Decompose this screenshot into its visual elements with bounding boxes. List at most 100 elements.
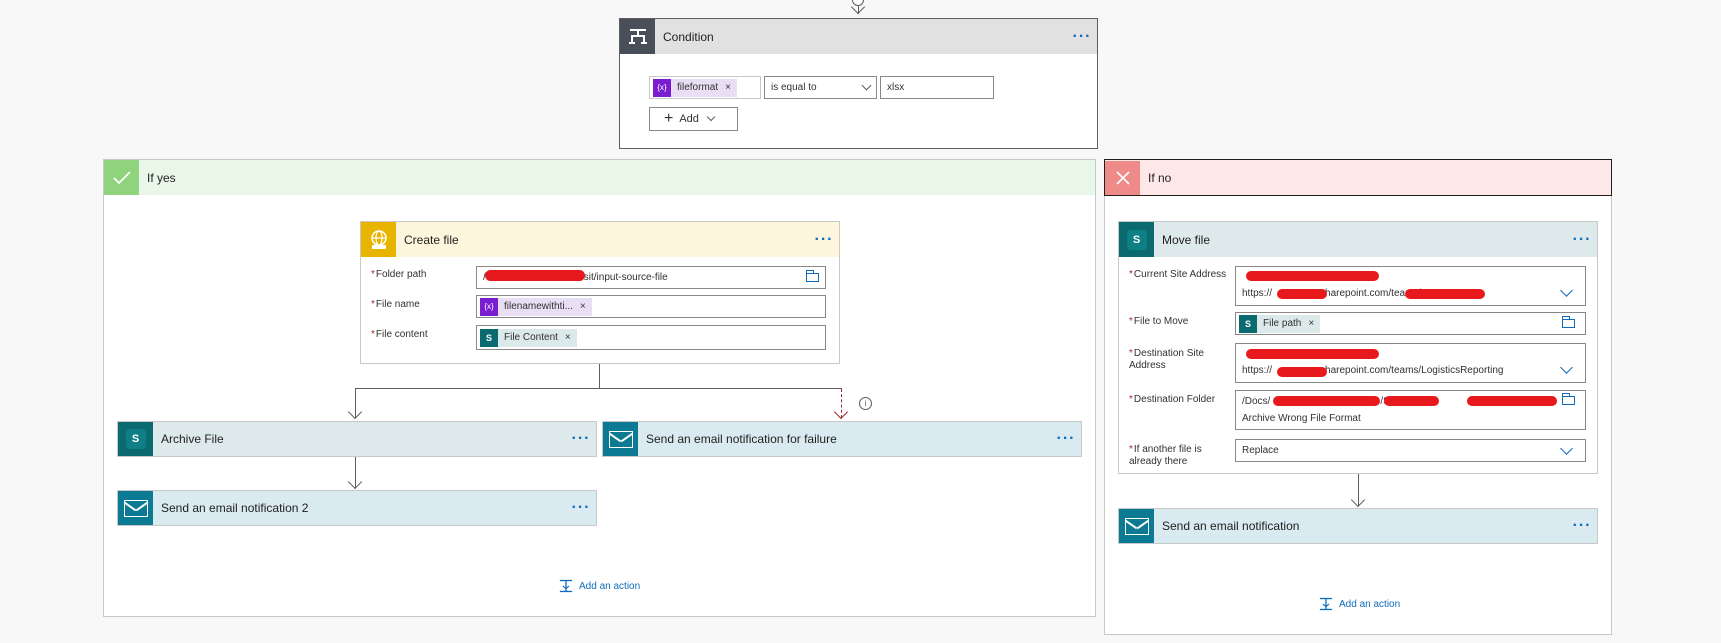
email-notification-header[interactable]: Send an email notification ··· xyxy=(1119,509,1597,543)
condition-header[interactable]: Condition ··· xyxy=(620,19,1097,54)
add-condition-label: Add xyxy=(679,113,699,125)
sharepoint-icon: S xyxy=(1239,314,1257,333)
condition-left-operand[interactable]: {x} fileformat × xyxy=(649,76,761,99)
create-file-more-icon[interactable]: ··· xyxy=(809,231,839,247)
dest-site-domain: sharepoint.com/teams/LogisticsReporting xyxy=(1320,365,1504,376)
email-notification-title: Send an email notification xyxy=(1162,519,1300,533)
condition-card[interactable]: Condition ··· {x} fileformat × is equal … xyxy=(619,18,1098,149)
file-content-label: *File content xyxy=(371,329,428,340)
archive-file-more-icon[interactable]: ··· xyxy=(566,431,596,447)
email-failure-card[interactable]: Send an email notification for failure ·… xyxy=(602,421,1082,457)
remove-token-icon[interactable]: × xyxy=(725,82,731,93)
redaction-mark xyxy=(1384,396,1439,406)
folder-picker-icon[interactable] xyxy=(806,270,819,282)
current-site-label: *Current Site Address xyxy=(1129,269,1227,280)
chevron-down-icon[interactable] xyxy=(1560,284,1573,297)
failure-connector xyxy=(599,388,842,389)
mail-icon xyxy=(1119,509,1154,543)
current-site-prefix: https:// xyxy=(1242,288,1273,299)
sharepoint-icon: S xyxy=(480,328,498,347)
file-name-label: *File name xyxy=(371,299,420,310)
folder-path-label: *Folder path xyxy=(371,269,427,280)
if-yes-header[interactable]: If yes xyxy=(104,160,1095,195)
mail-icon xyxy=(603,422,638,456)
archive-file-card[interactable]: S Archive File ··· xyxy=(117,421,597,457)
folder-picker-icon[interactable] xyxy=(1562,316,1575,328)
sharepoint-icon: S xyxy=(118,422,153,456)
condition-more-icon[interactable]: ··· xyxy=(1067,28,1097,44)
archive-file-header[interactable]: S Archive File ··· xyxy=(118,422,596,456)
info-icon[interactable]: i xyxy=(859,397,872,410)
if-no-header[interactable]: If no xyxy=(1104,159,1612,196)
file-name-token: {x} filenamewithti... × xyxy=(480,297,592,316)
dest-folder-line2: Archive Wrong File Format xyxy=(1242,413,1361,424)
add-action-icon xyxy=(1319,597,1333,611)
if-exists-label: *If another file is already there xyxy=(1129,444,1202,467)
email-2-more-icon[interactable]: ··· xyxy=(566,500,596,516)
fileformat-token: {x} fileformat × xyxy=(653,78,737,97)
connector xyxy=(355,388,600,389)
move-file-more-icon[interactable]: ··· xyxy=(1567,231,1597,247)
if-no-add-action-label: Add an action xyxy=(1339,598,1401,610)
redaction-mark xyxy=(1246,349,1379,359)
move-file-card[interactable]: S Move file ··· *Current Site Address ht… xyxy=(1118,221,1598,474)
condition-icon xyxy=(620,19,655,54)
expression-icon: {x} xyxy=(480,297,498,316)
add-condition-button[interactable]: + Add xyxy=(649,107,738,131)
email-notification-card[interactable]: Send an email notification ··· xyxy=(1118,508,1598,544)
file-to-move-label: *File to Move xyxy=(1129,316,1189,327)
redaction-mark xyxy=(1246,271,1379,281)
file-content-input[interactable]: S File Content × xyxy=(476,325,826,350)
email-failure-title: Send an email notification for failure xyxy=(646,432,837,446)
email-notification-more-icon[interactable]: ··· xyxy=(1567,518,1597,534)
chevron-down-icon xyxy=(706,112,716,122)
condition-operator-value: is equal to xyxy=(771,82,817,93)
condition-operator-select[interactable]: is equal to xyxy=(764,76,877,99)
email-failure-more-icon[interactable]: ··· xyxy=(1051,431,1081,447)
create-file-title: Create file xyxy=(404,232,459,247)
create-file-card[interactable]: Create file ··· *Folder path /sit/input-… xyxy=(360,221,840,364)
email-2-title: Send an email notification 2 xyxy=(161,501,309,515)
email-2-card[interactable]: Send an email notification 2 ··· xyxy=(117,490,597,526)
if-exists-select[interactable]: Replace xyxy=(1235,439,1586,462)
chevron-down-icon xyxy=(1560,442,1573,455)
archive-file-title: Archive File xyxy=(161,432,224,446)
remove-token-icon[interactable]: × xyxy=(580,301,586,312)
if-yes-add-action-label: Add an action xyxy=(579,580,641,592)
plus-icon: + xyxy=(664,110,674,127)
condition-value-input[interactable]: xlsx xyxy=(880,76,994,99)
if-no-add-action-link[interactable]: Add an action xyxy=(1318,597,1400,611)
if-no-title: If no xyxy=(1148,170,1172,185)
file-name-input[interactable]: {x} filenamewithti... × xyxy=(476,295,826,318)
dest-folder-prefix: /Docs/ xyxy=(1242,396,1271,407)
file-content-token: S File Content × xyxy=(480,328,577,347)
connector xyxy=(599,364,600,388)
if-yes-add-action-link[interactable]: Add an action xyxy=(558,579,640,593)
dest-folder-label: *Destination Folder xyxy=(1129,394,1216,405)
redaction-mark xyxy=(1467,396,1557,406)
check-icon xyxy=(104,160,139,195)
dest-site-prefix: https:// xyxy=(1242,365,1273,376)
email-failure-header[interactable]: Send an email notification for failure ·… xyxy=(603,422,1081,456)
close-icon xyxy=(1105,160,1140,195)
file-to-move-input[interactable]: S File path × xyxy=(1235,312,1586,335)
dest-site-label: *Destination Site Address xyxy=(1129,348,1204,371)
redaction-mark xyxy=(1277,289,1327,299)
remove-token-icon[interactable]: × xyxy=(1308,318,1314,329)
chevron-down-icon[interactable] xyxy=(1560,361,1573,374)
sharepoint-icon: S xyxy=(1119,222,1154,257)
email-2-header[interactable]: Send an email notification 2 ··· xyxy=(118,491,596,525)
move-file-header[interactable]: S Move file ··· xyxy=(1119,222,1597,257)
expression-icon: {x} xyxy=(653,78,671,97)
create-file-header[interactable]: Create file ··· xyxy=(361,222,839,257)
folder-path-value: sit/input-source-file xyxy=(583,272,668,283)
remove-token-icon[interactable]: × xyxy=(565,332,571,343)
condition-value: xlsx xyxy=(887,82,905,93)
redaction-mark xyxy=(1273,396,1380,406)
chevron-down-icon xyxy=(861,80,872,91)
move-file-title: Move file xyxy=(1162,232,1211,247)
folder-picker-icon[interactable] xyxy=(1562,393,1575,405)
file-path-token: S File path × xyxy=(1239,314,1321,333)
redaction-mark xyxy=(485,270,585,281)
condition-title: Condition xyxy=(663,29,714,44)
